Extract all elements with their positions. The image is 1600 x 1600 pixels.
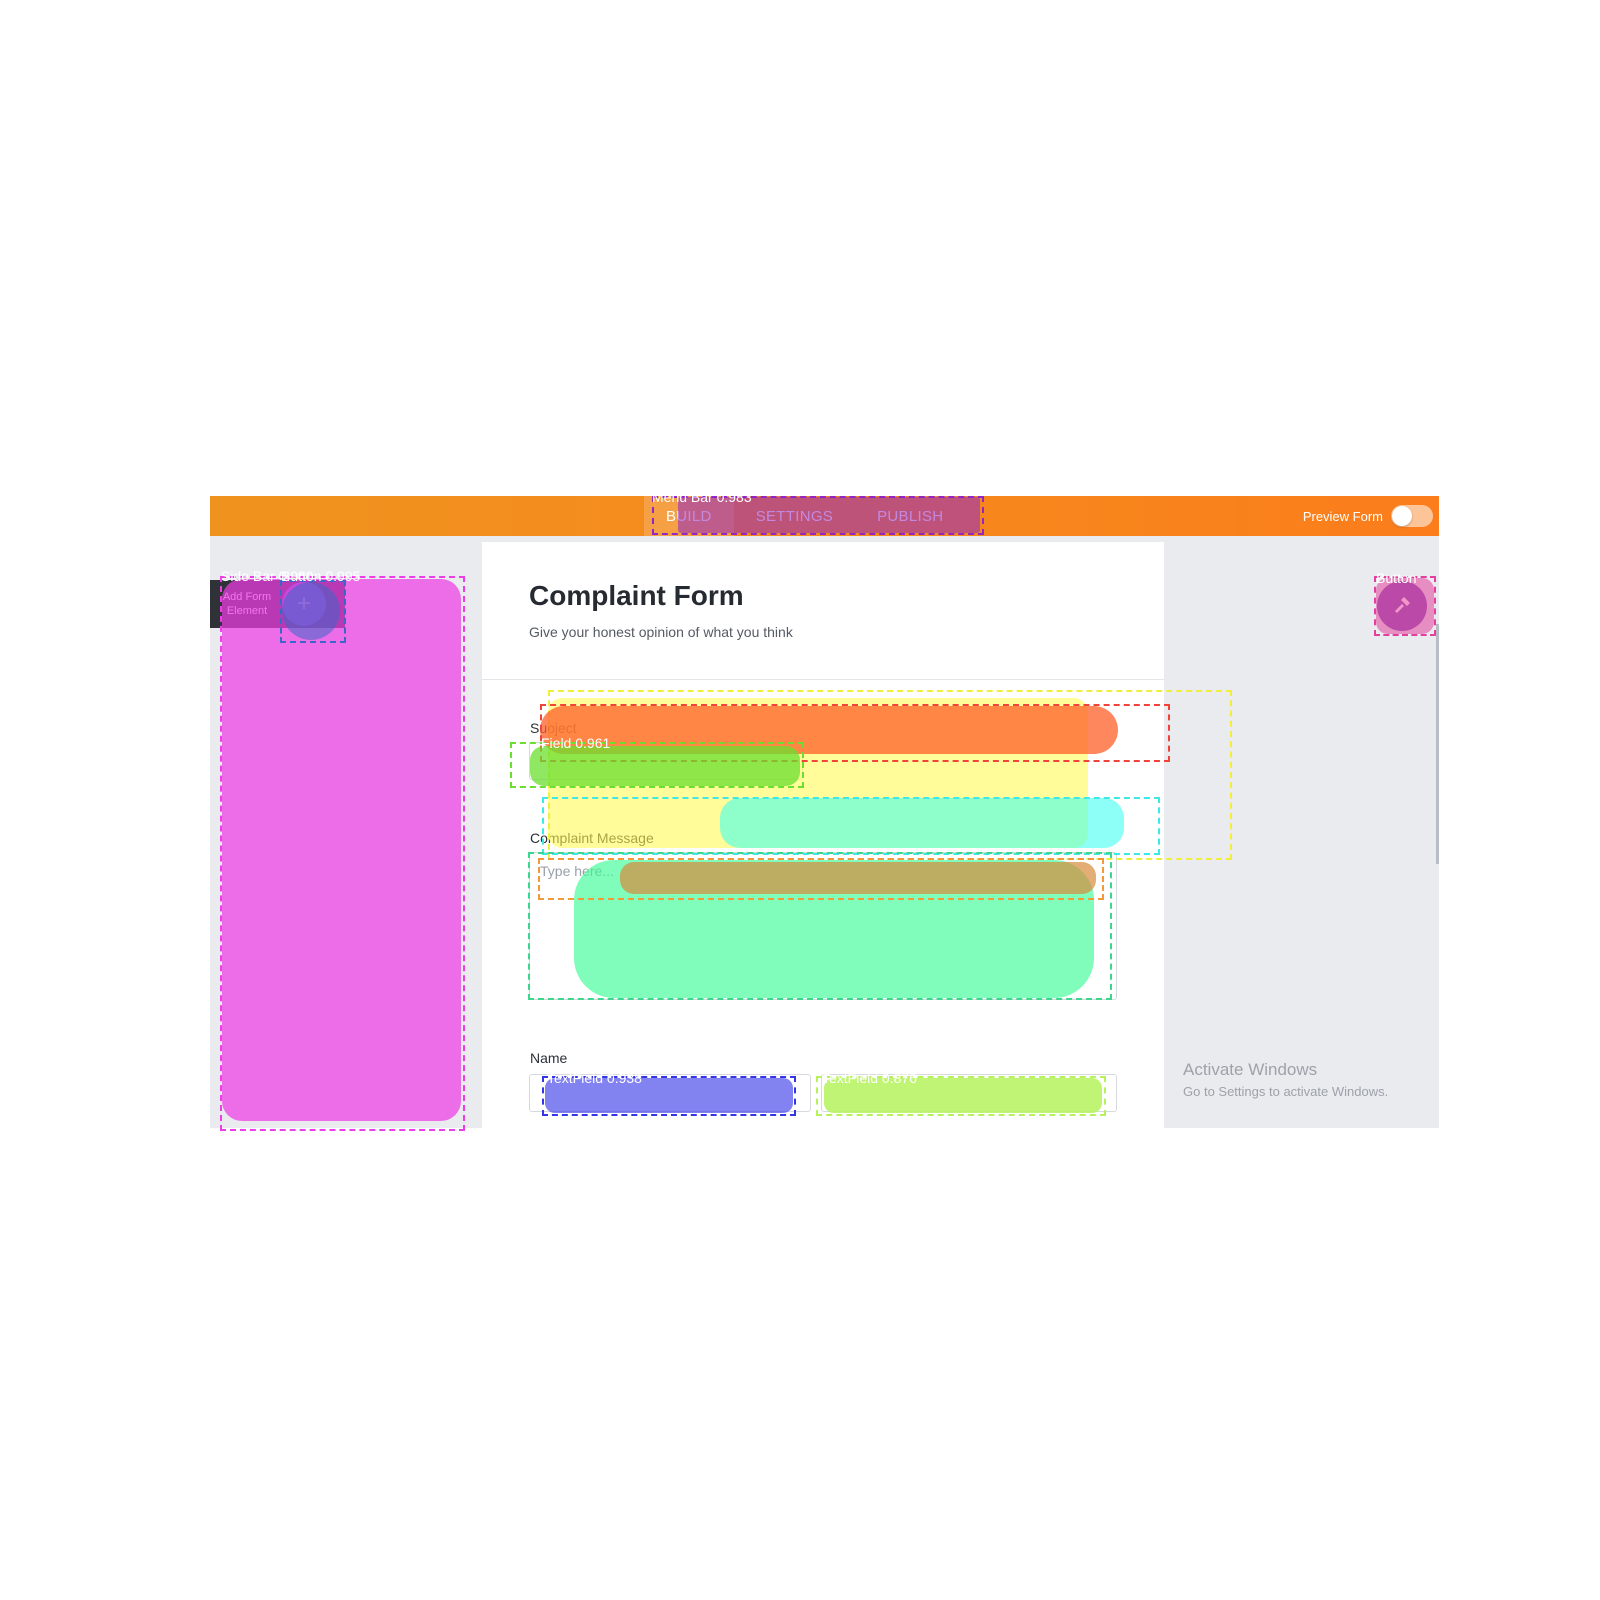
scrollbar[interactable] bbox=[1436, 624, 1439, 864]
complaint-message-input[interactable]: Type here... bbox=[529, 852, 1117, 1000]
tab-publish[interactable]: PUBLISH bbox=[855, 496, 965, 536]
app-window: BUILD SETTINGS PUBLISH Preview Form Add … bbox=[210, 496, 1439, 1128]
page-title: Complaint Form bbox=[529, 580, 744, 611]
subject-label: Subject bbox=[530, 720, 577, 736]
preview-form-toggle[interactable] bbox=[1391, 505, 1433, 527]
subject-input[interactable] bbox=[529, 742, 803, 780]
last-name-input[interactable] bbox=[821, 1074, 1117, 1112]
complaint-message-label: Complaint Message bbox=[530, 830, 654, 846]
add-label-line-1: Add Form bbox=[222, 591, 272, 603]
add-element-button[interactable]: + bbox=[282, 582, 326, 626]
windows-activation-watermark: Activate Windows Go to Settings to activ… bbox=[1183, 1060, 1388, 1099]
toggle-knob bbox=[1392, 506, 1412, 526]
main-menu: BUILD SETTINGS PUBLISH bbox=[644, 496, 965, 536]
tab-settings[interactable]: SETTINGS bbox=[734, 496, 855, 536]
form-subtitle: Give your honest opinion of what you thi… bbox=[529, 624, 793, 640]
build-tool-button[interactable] bbox=[1377, 581, 1427, 631]
tab-build[interactable]: BUILD bbox=[644, 496, 734, 536]
add-label-line-2: Element bbox=[226, 605, 268, 617]
form-header: Complaint Form Give your honest opinion … bbox=[482, 542, 1164, 680]
preview-form-control: Preview Form bbox=[1303, 496, 1433, 536]
preview-form-label: Preview Form bbox=[1302, 508, 1383, 524]
side-bar bbox=[222, 580, 458, 1128]
activate-title: Activate Windows bbox=[1183, 1060, 1318, 1079]
first-name-input[interactable] bbox=[529, 1074, 811, 1112]
menu-bar: BUILD SETTINGS PUBLISH Preview Form bbox=[210, 496, 1439, 536]
add-form-element: Add Form Element + bbox=[210, 580, 345, 628]
plus-icon: + bbox=[296, 590, 311, 617]
add-form-element-label: Add Form Element bbox=[210, 590, 278, 618]
complaint-message-placeholder: Type here... bbox=[540, 863, 614, 879]
hammer-icon bbox=[1395, 597, 1410, 613]
name-label: Name bbox=[530, 1050, 568, 1066]
form-card: Complaint Form Give your honest opinion … bbox=[482, 542, 1164, 1128]
activate-subtitle: Go to Settings to activate Windows. bbox=[1183, 1084, 1389, 1099]
